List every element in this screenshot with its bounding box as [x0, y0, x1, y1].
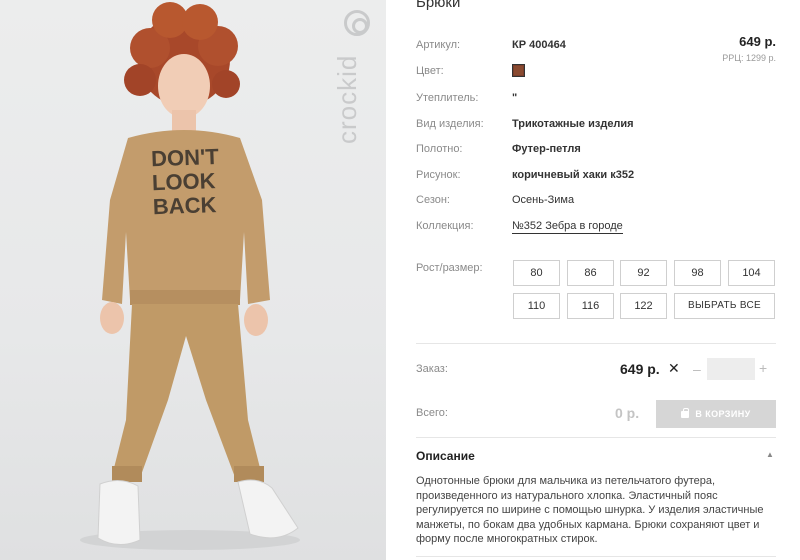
- color-swatch[interactable]: [512, 64, 525, 77]
- quantity-input[interactable]: [707, 358, 755, 380]
- product-title: Брюки: [416, 0, 461, 11]
- kind-label: Вид изделия:: [416, 118, 484, 130]
- pattern-value: коричневый хаки к352: [512, 169, 635, 181]
- size-option-80[interactable]: 80: [513, 260, 560, 286]
- chevron-up-icon[interactable]: ▲: [766, 450, 774, 459]
- order-label: Заказ:: [416, 363, 448, 375]
- size-option-98[interactable]: 98: [674, 260, 721, 286]
- brand-logo-text: crockid: [332, 54, 362, 144]
- product-price: 649 р.: [739, 34, 776, 49]
- product-details: Брюки 649 р. РРЦ: 1299 р. Артикул: КР 40…: [386, 0, 800, 560]
- kind-value: Трикотажные изделия: [512, 118, 634, 130]
- total-value: 0 р.: [615, 405, 640, 421]
- filler-value: ": [512, 92, 518, 104]
- divider: [416, 556, 776, 557]
- description-title[interactable]: Описание: [416, 449, 475, 463]
- size-option-86[interactable]: 86: [567, 260, 614, 286]
- size-option-104[interactable]: 104: [728, 260, 775, 286]
- size-option-92[interactable]: 92: [620, 260, 667, 286]
- color-label: Цвет:: [416, 65, 444, 77]
- size-label: Рост/размер:: [416, 262, 483, 274]
- add-to-cart-label: В КОРЗИНУ: [695, 409, 751, 419]
- recommended-price: РРЦ: 1299 р.: [722, 53, 776, 63]
- article-label: Артикул:: [416, 39, 461, 51]
- quantity-increase-button[interactable]: +: [759, 360, 767, 376]
- brand-logo-icon: [344, 10, 370, 36]
- divider: [416, 343, 776, 344]
- collection-link[interactable]: №352 Зебра в городе: [512, 220, 623, 234]
- cart-icon: [681, 407, 690, 418]
- select-all-sizes-button[interactable]: ВЫБРАТЬ ВСЕ: [674, 293, 775, 319]
- shirt-print-text: DON'T LOOK BACK: [150, 143, 220, 220]
- quantity-decrease-button[interactable]: –: [693, 361, 701, 377]
- fabric-value: Футер-петля: [512, 143, 581, 155]
- size-option-122[interactable]: 122: [620, 293, 667, 319]
- add-to-cart-button[interactable]: В КОРЗИНУ: [656, 400, 776, 428]
- child-model-illustration: [80, 2, 300, 550]
- pattern-label: Рисунок:: [416, 169, 461, 181]
- order-price: 649 р.: [620, 361, 660, 377]
- size-option-110[interactable]: 110: [513, 293, 560, 319]
- description-text: Однотонные брюки для мальчика из петельч…: [416, 475, 764, 545]
- fabric-label: Полотно:: [416, 143, 463, 155]
- product-photo: DON'T LOOK BACK crockid: [0, 0, 386, 560]
- article-value: КР 400464: [512, 39, 566, 51]
- total-label: Всего:: [416, 407, 448, 419]
- brand-logo: crockid: [330, 6, 382, 156]
- filler-label: Утеплитель:: [416, 92, 479, 104]
- times-icon: ✕: [668, 360, 680, 376]
- divider: [416, 437, 776, 438]
- collection-label: Коллекция:: [416, 220, 474, 232]
- size-option-116[interactable]: 116: [567, 293, 614, 319]
- season-value: Осень-Зима: [512, 194, 575, 206]
- season-label: Сезон:: [416, 194, 450, 206]
